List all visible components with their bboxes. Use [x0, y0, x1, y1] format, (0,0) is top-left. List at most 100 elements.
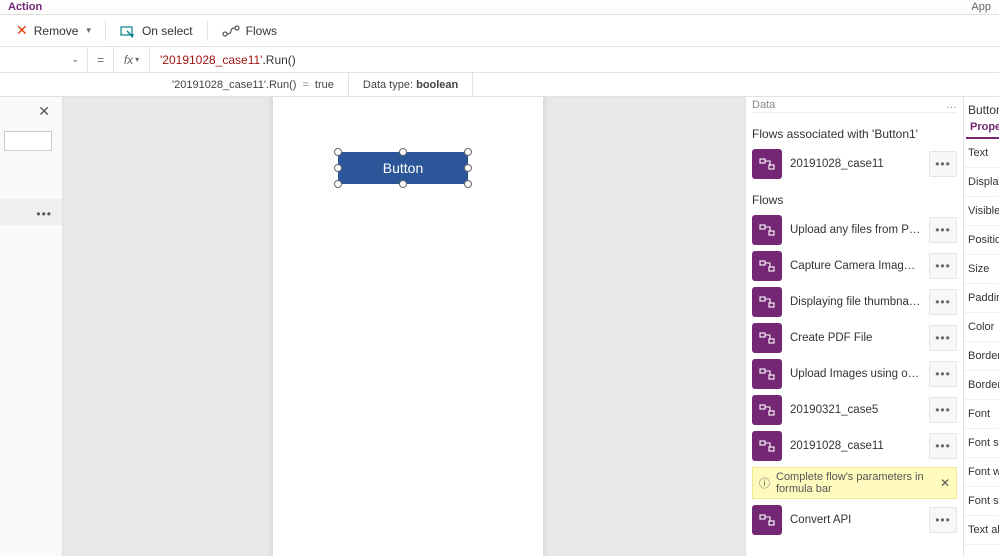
- resize-handle-tr[interactable]: [464, 148, 472, 156]
- resize-handle-br[interactable]: [464, 180, 472, 188]
- flows-label: Flows: [246, 24, 277, 38]
- chevron-down-icon: ▾: [135, 55, 139, 64]
- formula-bar: ⌄ = fx▾ '20191028_case11'.Run(): [0, 47, 999, 73]
- property-row[interactable]: Font si: [964, 429, 999, 458]
- formula-result-cell: '20191028_case11'.Run() = true: [158, 73, 349, 96]
- property-row[interactable]: Positio: [964, 226, 999, 255]
- fx-button[interactable]: fx▾: [114, 47, 150, 72]
- flow-icon: [752, 505, 782, 535]
- resize-handle-bm[interactable]: [399, 180, 407, 188]
- resize-handle-bl[interactable]: [334, 180, 342, 188]
- flow-label: Upload Images using ow...: [790, 368, 921, 380]
- close-icon[interactable]: ✕: [38, 103, 50, 120]
- flow-item[interactable]: 20190321_case5•••: [752, 395, 957, 425]
- flow-item[interactable]: Upload Images using ow... •••: [752, 359, 957, 389]
- flow-icon: [752, 323, 782, 353]
- canvas[interactable]: Button: [63, 97, 745, 556]
- flow-item[interactable]: Displaying file thumbnail...•••: [752, 287, 957, 317]
- flow-label: Create PDF File: [790, 332, 921, 344]
- result-value: true: [315, 79, 334, 91]
- property-row[interactable]: Display: [964, 168, 999, 197]
- property-row[interactable]: Text: [964, 139, 999, 168]
- onselect-icon: [120, 24, 136, 38]
- property-row[interactable]: Text al: [964, 516, 999, 545]
- formula-input[interactable]: '20191028_case11'.Run(): [150, 47, 999, 72]
- flow-more-button[interactable]: •••: [929, 433, 957, 459]
- flow-item[interactable]: 20191028_case11 •••: [752, 431, 957, 461]
- flow-label: Convert API: [790, 514, 921, 526]
- property-row[interactable]: Paddin: [964, 284, 999, 313]
- flow-label: 20191028_case11: [790, 440, 921, 452]
- tree-view-panel: ✕ •••: [0, 97, 63, 556]
- property-row[interactable]: Font: [964, 400, 999, 429]
- datatype-prefix: Data type:: [363, 79, 413, 91]
- onselect-label: On select: [142, 24, 193, 38]
- app-menu[interactable]: App: [971, 1, 991, 13]
- flow-label: Capture Camera Image t...: [790, 260, 921, 272]
- property-row[interactable]: Border: [964, 371, 999, 400]
- tree-item[interactable]: [0, 199, 62, 225]
- flow-more-button[interactable]: •••: [929, 325, 957, 351]
- result-expr: '20191028_case11'.Run(): [172, 79, 296, 91]
- info-icon: ⓘ: [759, 475, 770, 491]
- flow-more-button[interactable]: •••: [929, 289, 957, 315]
- flow-label: 20191028_case11: [790, 158, 921, 170]
- remove-label: Remove: [34, 24, 79, 38]
- main-area: ✕ ••• Button Data … Flows associated wit…: [0, 97, 999, 556]
- flow-more-button[interactable]: •••: [929, 507, 957, 533]
- flows-associated-title: Flows associated with 'Button1': [752, 127, 957, 141]
- flow-item[interactable]: Upload any files from Po... •••: [752, 215, 957, 245]
- flow-icon: [752, 287, 782, 317]
- flow-item[interactable]: Create PDF File •••: [752, 323, 957, 353]
- flow-icon: [752, 395, 782, 425]
- property-row[interactable]: Font st: [964, 487, 999, 516]
- ribbon-tab-action[interactable]: Action: [8, 1, 42, 13]
- close-icon[interactable]: ✕: [940, 476, 950, 490]
- remove-icon: ✕: [16, 22, 28, 39]
- data-panel-more-icon[interactable]: …: [946, 99, 957, 111]
- property-dropdown[interactable]: ⌄: [0, 47, 88, 72]
- properties-title: Button: [964, 97, 999, 119]
- flow-more-button[interactable]: •••: [929, 361, 957, 387]
- resize-handle-mr[interactable]: [464, 164, 472, 172]
- flow-more-button[interactable]: •••: [929, 397, 957, 423]
- tree-search-input[interactable]: [4, 131, 52, 151]
- flows-icon: [222, 24, 240, 38]
- flow-icon: [752, 359, 782, 389]
- resize-handle-tl[interactable]: [334, 148, 342, 156]
- flow-more-button[interactable]: •••: [929, 217, 957, 243]
- property-row[interactable]: Border: [964, 342, 999, 371]
- resize-handle-ml[interactable]: [334, 164, 342, 172]
- flow-item[interactable]: 20191028_case11 •••: [752, 149, 957, 179]
- flow-more-button[interactable]: •••: [929, 151, 957, 177]
- formula-datatype-cell: Data type: boolean: [349, 73, 473, 96]
- resize-handle-tm[interactable]: [399, 148, 407, 156]
- property-row[interactable]: Color: [964, 313, 999, 342]
- result-eq: =: [302, 79, 308, 91]
- formula-result-bar: '20191028_case11'.Run() = true Data type…: [0, 73, 999, 97]
- flows-title: Flows: [752, 193, 957, 207]
- formula-token-method: Run(): [266, 53, 296, 67]
- properties-tab[interactable]: Proper: [966, 119, 999, 139]
- remove-button[interactable]: ✕ Remove ▾: [6, 18, 101, 43]
- warning-text: Complete flow's parameters in formula ba…: [776, 471, 934, 495]
- warning-banner: ⓘ Complete flow's parameters in formula …: [752, 467, 957, 499]
- formula-token-string: '20191028_case11': [160, 53, 262, 67]
- property-row[interactable]: Size: [964, 255, 999, 284]
- separator: [207, 21, 208, 41]
- flow-icon: [752, 215, 782, 245]
- chevron-down-icon: ▾: [86, 25, 91, 36]
- ribbon-toolbar: ✕ Remove ▾ On select Flows: [0, 15, 999, 47]
- properties-panel: Button Proper TextDisplayVisiblePositioS…: [963, 97, 999, 556]
- flow-more-button[interactable]: •••: [929, 253, 957, 279]
- data-panel: Data … Flows associated with 'Button1' 2…: [745, 97, 963, 556]
- tree-item-more-button[interactable]: •••: [36, 207, 52, 221]
- flows-button[interactable]: Flows: [212, 20, 287, 42]
- flow-item[interactable]: Capture Camera Image t... •••: [752, 251, 957, 281]
- flow-item[interactable]: Convert API •••: [752, 505, 957, 535]
- separator: [105, 21, 106, 41]
- property-row[interactable]: Font w: [964, 458, 999, 487]
- property-row[interactable]: Visible: [964, 197, 999, 226]
- flow-label: Upload any files from Po...: [790, 224, 921, 236]
- onselect-button[interactable]: On select: [110, 20, 203, 42]
